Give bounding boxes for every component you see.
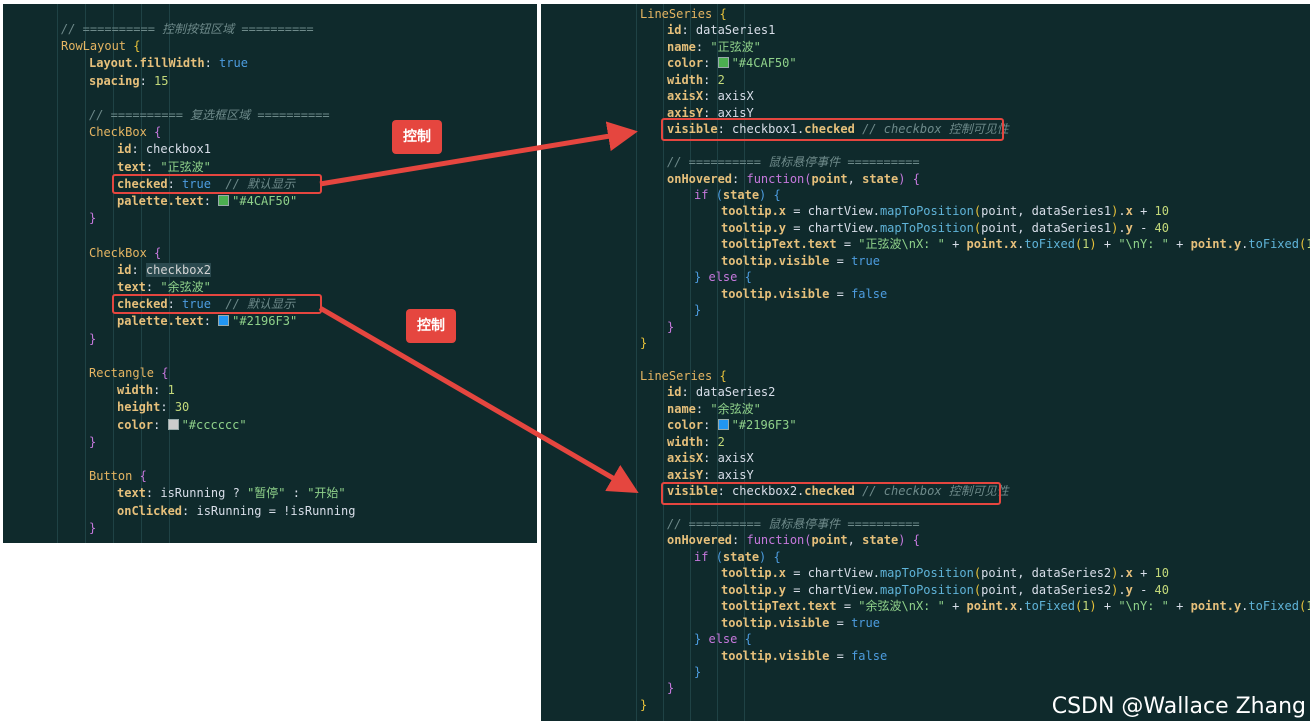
arrow-2 [318,305,639,494]
control-tag-1: 控制 [392,120,442,154]
watermark: CSDN @Wallace Zhang [1051,694,1306,719]
arrow-1 [319,121,638,187]
annotation-arrows [318,121,639,494]
control-tag-2: 控制 [406,309,456,343]
